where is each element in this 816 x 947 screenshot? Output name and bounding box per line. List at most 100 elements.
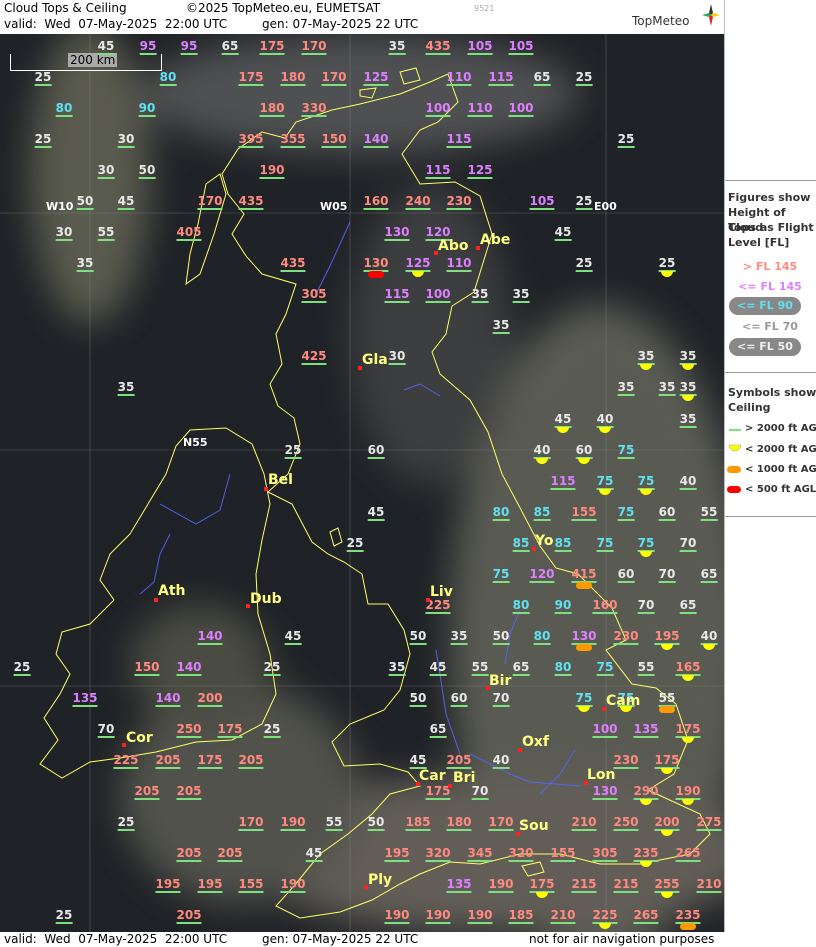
cloud-top-value: 80 [492,506,510,521]
cloud-top-text: 140 [155,691,181,705]
cloud-top-text: 85 [554,536,572,550]
ceiling-marker [425,177,451,179]
cloud-top-text: 50 [492,629,510,643]
cloud-map[interactable]: 200 km 45 95 95 65 175 170 35 435 105 105 25 80 175 1… [0,34,724,932]
cloud-top-text: 105 [529,194,555,208]
footer-valid-time: valid: Wed 07-May-2025 22:00 UTC [4,932,228,946]
cloud-top-text: 80 [159,70,177,84]
cloud-top-text: 355 [280,132,306,146]
cloud-top-text: 115 [425,163,451,177]
cloud-top-value: 115 [425,163,451,179]
cloud-top-value: 190 [467,909,493,924]
legend-fl50: <= FL 50 [737,340,793,353]
ceiling-marker [492,767,510,769]
cloud-top-value: 190 [384,908,410,924]
cloud-top-value: 25 [575,71,593,86]
cloud-top-text: 70 [679,536,697,550]
cloud-top-text: 435 [280,256,306,270]
cloud-top-text: 55 [658,691,676,705]
cloud-top-text: 90 [138,101,156,115]
cloud-top-text: 60 [575,443,593,457]
cloud-top-value: 425 [301,350,327,365]
cloud-top-text: 155 [238,877,264,891]
cloud-top-text: 255 [654,877,680,891]
ceiling-marker [367,457,385,459]
cloud-top-text: 50 [76,194,94,208]
cloud-top-text: 155 [550,846,576,860]
cloud-top-text: 190 [384,908,410,922]
ceiling-marker [471,674,489,676]
ceiling-marker [305,860,323,862]
compass-star-icon [702,4,720,26]
cloud-top-value: 45 [554,226,572,241]
cloud-top-value: 235 [675,909,701,924]
ceiling-marker [446,270,472,272]
cloud-top-value: 150 [321,133,347,148]
ceiling-marker [259,177,285,179]
ceiling-marker [97,736,115,738]
cloud-top-value: 205 [446,754,472,769]
ceiling-marker [450,705,468,707]
cloud-top-text: 45 [117,194,135,208]
cloud-top-value: 435 [238,195,264,210]
cloud-top-text: 195 [197,877,223,891]
cloud-top-value: 40 [679,475,697,490]
ceiling-marker [675,860,701,862]
cloud-top-value: 180 [259,101,285,117]
cloud-top-text: 185 [508,908,534,922]
cloud-top-value: 215 [613,878,639,893]
ceiling-marker [425,922,451,924]
cloud-top-text: 50 [409,629,427,643]
cloud-top-value: 170 [301,40,327,55]
cloud-top-value: 60 [450,692,468,707]
cloud-top-value: 110 [446,257,472,272]
cloud-top-value: 40 [533,444,551,459]
city-label: Bel [268,472,293,488]
cloud-top-text: 140 [197,629,223,643]
ceiling-marker [696,891,722,893]
cloud-top-value: 275 [696,816,722,831]
legend-fl70: <= FL 70 [742,320,798,333]
cloud-top-value: 25 [263,723,281,738]
cloud-top-text: 25 [34,70,52,84]
ceiling-marker [405,829,431,831]
cloud-top-value: 265 [633,909,659,924]
cloud-top-value: 395 [238,133,264,148]
cloud-top-value: 65 [700,568,718,583]
cloud-top-text: 70 [658,567,676,581]
cloud-top-value: 35 [512,288,530,303]
cloud-top-text: 330 [301,101,327,115]
ceiling-marker [176,239,202,241]
cloud-top-value: 25 [284,444,302,459]
cloud-top-value: 35 [450,630,468,645]
cloud-top-value: 190 [488,878,514,893]
cloud-top-text: 205 [134,784,160,798]
cloud-top-value: 150 [134,661,160,676]
ceiling-marker [301,301,327,303]
cloud-top-value: 45 [97,40,115,55]
cloud-top-value: 80 [512,599,530,614]
cloud-top-text: 210 [571,815,597,829]
cloud-top-text: 45 [284,629,302,643]
ceiling-marker [467,115,493,117]
cloud-top-text: 75 [492,567,510,581]
ceiling-marker [367,519,385,521]
cloud-top-text: 25 [658,256,676,270]
product-code: 9521 [474,4,495,13]
ceiling-marker [512,550,530,552]
ceiling-marker [76,208,94,210]
cloud-top-text: 85 [512,536,530,550]
cloud-top-text: 225 [113,753,139,767]
cloud-top-value: 175 [675,723,701,738]
cloud-top-text: 180 [259,101,285,115]
cloud-top-text: 205 [238,753,264,767]
cloud-top-text: 35 [658,380,676,394]
cloud-top-text: 175 [197,753,223,767]
cloud-top-value: 190 [259,164,285,179]
cloud-top-value: 175 [238,71,264,86]
ceiling-marker [633,736,659,738]
cloud-top-text: 85 [533,505,551,519]
cloud-top-value: 25 [34,133,52,148]
ceiling-marker [554,612,572,614]
cloud-top-value: 65 [429,723,447,738]
